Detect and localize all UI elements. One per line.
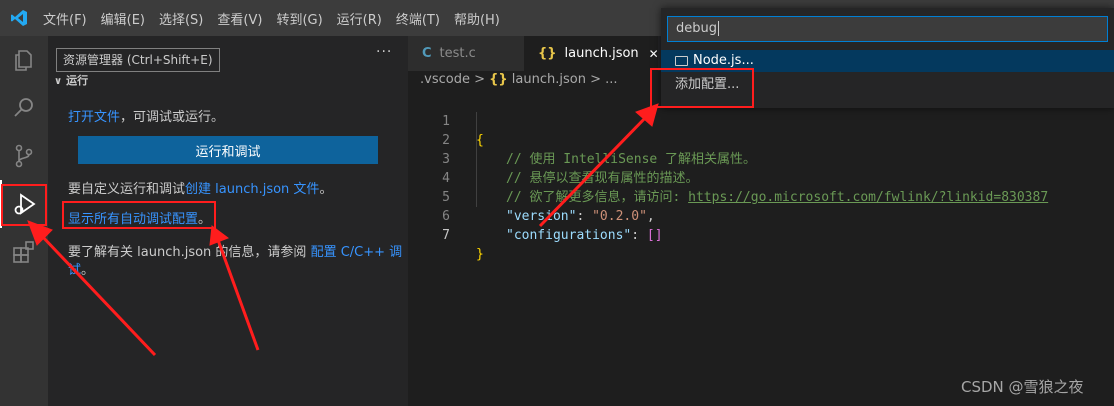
quick-pick-label: Node.js... (693, 53, 754, 68)
quick-pick-input[interactable]: debug (667, 16, 1108, 42)
menu-file[interactable]: 文件(F) (36, 9, 94, 28)
breadcrumb: .vscode > {} launch.json > ... (420, 72, 618, 87)
breadcrumb-more[interactable]: ... (605, 72, 617, 87)
activity-source-control[interactable] (0, 132, 48, 180)
tab-label: test.c (439, 46, 476, 61)
menu-bar: 文件(F) 编辑(E) 选择(S) 查看(V) 转到(G) 运行(R) 终端(T… (36, 0, 507, 36)
extensions-icon (13, 241, 34, 263)
customize-end: 。 (319, 182, 333, 197)
activity-explorer[interactable] (0, 36, 48, 84)
open-file-link[interactable]: 打开文件 (68, 110, 120, 125)
code-text: } (476, 247, 484, 262)
run-section-title: 运行 (66, 74, 89, 87)
configurations-entry: "configurations": [] (506, 226, 663, 245)
json-file-icon: {} (489, 72, 508, 87)
config-cpp-link[interactable]: 配置 C/C++ 调 (311, 245, 403, 260)
menu-terminal[interactable]: 终端(T) (389, 9, 447, 28)
json-array: [] (646, 228, 663, 243)
code-line: 2 // 使用 IntelliSense 了解相关属性。 (408, 112, 1114, 167)
source-control-icon (15, 144, 33, 168)
create-launch-json-link[interactable]: 创建 launch.json 文件 (185, 182, 319, 197)
tab-launch-json[interactable]: {} launch.json ✕ (524, 36, 659, 71)
json-key: "configurations" (506, 228, 632, 243)
vscode-logo-icon (11, 10, 27, 26)
run-section-header[interactable]: ∨ 运行 (54, 72, 88, 88)
menu-edit[interactable]: 编辑(E) (94, 9, 152, 28)
open-file-rest: ，可调试或运行。 (120, 110, 225, 125)
code-line: 6 "configurations": [] (408, 188, 1114, 243)
code-editor[interactable]: 1 { 2 // 使用 IntelliSense 了解相关属性。 3 // 悬停… (408, 93, 1114, 262)
explorer-icon (15, 50, 32, 71)
activity-extensions[interactable] (0, 228, 48, 276)
learn-line-1: 要了解有关 launch.json 的信息，请参阅 配置 C/C++ 调 (68, 241, 402, 260)
line-number: 7 (442, 228, 450, 243)
tab-test-c[interactable]: C test.c (408, 36, 524, 71)
search-icon (14, 98, 33, 117)
breadcrumb-separator-icon: > (474, 72, 485, 87)
text-caret (718, 21, 719, 36)
code-line: 3 // 悬停以查看现有属性的描述。 (408, 131, 1114, 186)
code-line: 5 "version": "0.2.0", (408, 169, 1114, 224)
explorer-tooltip: 资源管理器 (Ctrl+Shift+E) (56, 48, 220, 72)
close-icon[interactable]: ✕ (649, 47, 659, 61)
tab-label: launch.json (564, 46, 639, 61)
chevron-down-icon: ∨ (54, 76, 63, 87)
breadcrumb-separator-icon: > (590, 72, 601, 87)
menu-run[interactable]: 运行(R) (330, 9, 389, 28)
menu-selection[interactable]: 选择(S) (152, 9, 210, 28)
watermark: CSDN @雪狼之夜 (961, 378, 1084, 396)
folder-icon (675, 55, 688, 66)
customize-text: 要自定义运行和调试 (68, 182, 186, 197)
learn-line-2: 试。 (68, 259, 94, 278)
annotation-box-show-all (62, 201, 216, 229)
config-cpp-link-cont[interactable]: 试 (68, 263, 81, 278)
activity-search[interactable] (0, 84, 48, 132)
code-line: 4 // 欲了解更多信息，请访问: https://go.microsoft.c… (408, 150, 1114, 205)
json-file-icon: {} (538, 46, 557, 61)
quick-pick-input-value: debug (676, 21, 717, 36)
annotation-box-add-config (650, 68, 754, 108)
annotation-box-run-icon (1, 184, 47, 226)
menu-goto[interactable]: 转到(G) (269, 9, 329, 28)
menu-view[interactable]: 查看(V) (210, 9, 269, 28)
customize-line: 要自定义运行和调试创建 launch.json 文件。 (68, 178, 332, 197)
more-actions-icon[interactable]: ··· (376, 44, 392, 60)
run-and-debug-button[interactable]: 运行和调试 (78, 136, 378, 164)
open-file-line: 打开文件，可调试或运行。 (68, 106, 224, 125)
colon: : (631, 228, 647, 243)
breadcrumb-folder[interactable]: .vscode (420, 72, 470, 87)
menu-help[interactable]: 帮助(H) (447, 9, 507, 28)
learn-text: 要了解有关 launch.json 的信息，请参阅 (68, 245, 307, 260)
learn-end: 。 (81, 263, 95, 278)
c-file-icon: C (422, 46, 432, 61)
breadcrumb-file[interactable]: launch.json (512, 72, 586, 87)
code-line: 7 } (408, 207, 1114, 262)
